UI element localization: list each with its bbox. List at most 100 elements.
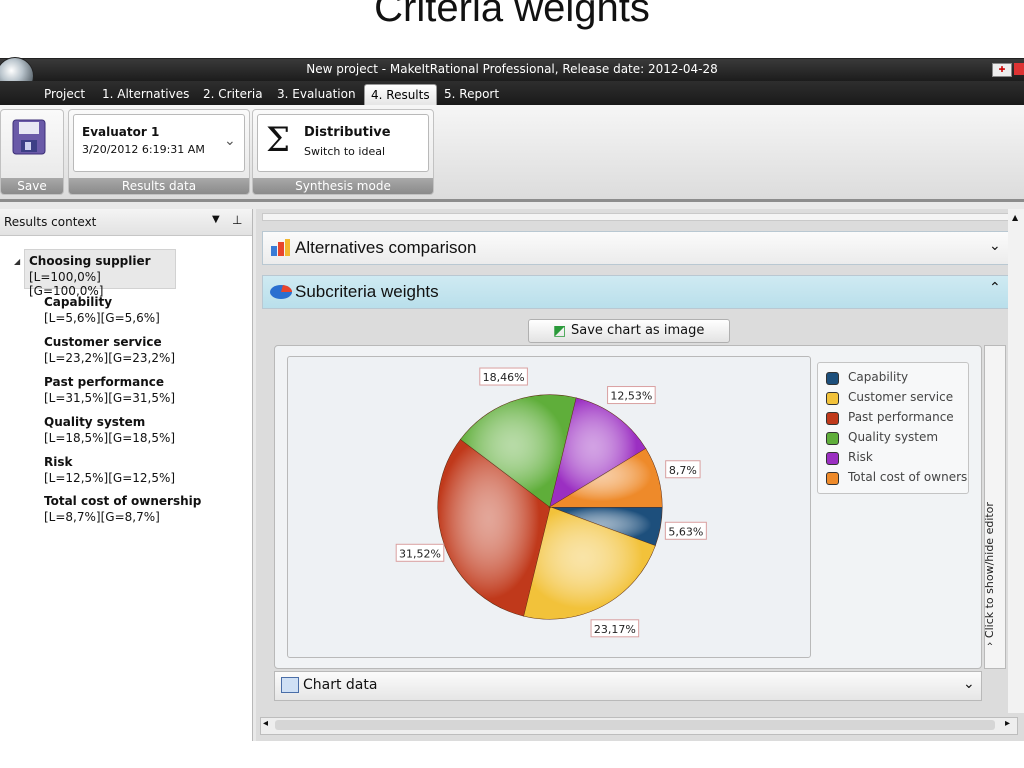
floppy-disk-icon: [12, 119, 46, 155]
synthesis-mode-button[interactable]: Σ Distributive Switch to ideal: [257, 114, 429, 172]
ribbon: Save Evaluator 1 3/20/2012 6:19:31 AM ⌄ …: [0, 105, 1024, 202]
tree-node-name: Capability: [44, 295, 113, 309]
legend-label: Capability: [848, 370, 909, 384]
window-titlebar: New project - MakeItRational Professiona…: [0, 59, 1024, 81]
panel-dropdown-icon[interactable]: ▼: [212, 214, 220, 225]
save-chart-label: Save chart as image: [571, 323, 705, 338]
tree-node-past-performance[interactable]: Past performance [L=31,5%][G=31,5%]: [44, 375, 244, 409]
legend-swatch: [826, 432, 839, 445]
tree-node-total-cost[interactable]: Total cost of ownership [L=8,7%][G=8,7%]: [44, 494, 244, 528]
tree-node-name: Quality system: [44, 415, 146, 429]
results-context-panel: Results context ▼ ⊥ ◢ Choosing supplier …: [0, 209, 253, 741]
subcriteria-weights-title: Subcriteria weights: [295, 282, 439, 301]
tree-node-value: [L=8,7%][G=8,7%]: [44, 510, 160, 524]
save-chart-button[interactable]: ◩ Save chart as image: [528, 319, 730, 343]
tree-node-value: [L=18,5%][G=18,5%]: [44, 431, 176, 445]
scroll-thumb[interactable]: [275, 720, 995, 730]
chevron-icon: ›: [983, 641, 996, 646]
tab-report[interactable]: 5. Report: [438, 84, 505, 105]
save-group-label: Save: [1, 178, 63, 194]
legend-label: Total cost of owners: [848, 470, 968, 484]
language-flag-icon[interactable]: [1014, 63, 1024, 75]
evaluator-name: Evaluator 1: [82, 125, 160, 139]
data-label: 12,53%: [610, 390, 652, 403]
save-button[interactable]: [11, 118, 47, 156]
data-label: 5,63%: [668, 525, 703, 538]
legend-swatch: [826, 392, 839, 405]
tree-root-name: Choosing supplier: [29, 254, 151, 268]
pie-chart-icon: [270, 285, 293, 299]
toggle-editor-tab[interactable]: › Click to show/hide editor: [983, 345, 1006, 669]
legend-label: Risk: [848, 450, 873, 464]
results-data-group: Evaluator 1 3/20/2012 6:19:31 AM ⌄ Resul…: [68, 109, 250, 195]
legend-swatch: [826, 372, 839, 385]
tree-node-risk[interactable]: Risk [L=12,5%][G=12,5%]: [44, 455, 244, 489]
results-context-header: Results context ▼ ⊥: [0, 209, 252, 236]
data-label: 18,46%: [483, 371, 525, 384]
data-label: 31,52%: [399, 547, 441, 560]
tree-node-name: Total cost of ownership: [44, 494, 202, 508]
horizontal-scrollbar[interactable]: ◂ ▸: [260, 717, 1018, 735]
collapsed-section-edge: [262, 213, 1010, 221]
tree-node-quality-system[interactable]: Quality system [L=18,5%][G=18,5%]: [44, 415, 244, 449]
evaluation-date: 3/20/2012 6:19:31 AM: [82, 143, 205, 156]
legend-label: Past performance: [848, 410, 954, 424]
chevron-up-icon[interactable]: ⌃: [989, 280, 1001, 296]
pin-icon[interactable]: ⊥: [232, 213, 242, 227]
uk-flag-icon[interactable]: ✚: [992, 63, 1012, 77]
results-main-area: Alternatives comparison ⌄ Subcriteria we…: [256, 209, 1024, 741]
tree-node-name: Risk: [44, 455, 73, 469]
save-image-icon: ◩: [553, 323, 567, 339]
chart-data-title: Chart data: [303, 677, 378, 693]
tab-bar: Project 1. Alternatives 2. Criteria 3. E…: [0, 81, 1024, 106]
chevron-down-icon[interactable]: ⌄: [989, 238, 1001, 254]
window-title: New project - MakeItRational Professiona…: [306, 62, 718, 76]
tree-root-value: [L=100,0%][G=100,0%]: [29, 270, 104, 298]
synthesis-mode-group-label: Synthesis mode: [253, 178, 433, 194]
results-data-label: Results data: [69, 178, 249, 194]
bar-chart-icon: [271, 239, 290, 256]
tree-node-customer-service[interactable]: Customer service [L=23,2%][G=23,2%]: [44, 335, 244, 369]
tab-project[interactable]: Project: [38, 84, 91, 105]
alternatives-comparison-title: Alternatives comparison: [295, 238, 477, 257]
tree-node-value: [L=12,5%][G=12,5%]: [44, 471, 176, 485]
tree-root-node[interactable]: Choosing supplier [L=100,0%][G=100,0%]: [24, 249, 176, 298]
pie-chart: 5,63% 23,17% 31,52% 18,46% 12,53% 8,7%: [395, 367, 707, 638]
legend-swatch: [826, 452, 839, 465]
tree-node-value: [L=31,5%][G=31,5%]: [44, 391, 176, 405]
legend-swatch: [826, 472, 839, 485]
chevron-down-icon[interactable]: ⌄: [963, 676, 975, 692]
chart-data-section[interactable]: Chart data ⌄: [274, 671, 982, 701]
switch-to-ideal-label: Switch to ideal: [304, 145, 386, 158]
toggle-editor-label: Click to show/hide editor: [983, 502, 996, 639]
tree-node-capability[interactable]: Capability [L=5,6%][G=5,6%]: [44, 295, 244, 329]
legend-label: Customer service: [848, 390, 954, 404]
subcriteria-weights-section[interactable]: Subcriteria weights ⌃: [262, 275, 1010, 309]
chevron-down-icon[interactable]: ⌄: [224, 133, 236, 149]
slide-title: Criteria weights: [374, 0, 650, 30]
tab-alternatives[interactable]: 1. Alternatives: [96, 84, 195, 105]
evaluator-selector[interactable]: Evaluator 1 3/20/2012 6:19:31 AM ⌄: [73, 114, 245, 172]
results-context-title: Results context: [4, 215, 97, 229]
data-label: 8,7%: [669, 464, 697, 477]
synthesis-mode-group: Σ Distributive Switch to ideal Synthesis…: [252, 109, 434, 195]
synthesis-mode-label: Distributive: [304, 125, 391, 140]
pie-chart-container: 5,63% 23,17% 31,52% 18,46% 12,53% 8,7%: [287, 356, 811, 658]
scroll-left-icon[interactable]: ◂: [263, 718, 268, 729]
tree-node-value: [L=5,6%][G=5,6%]: [44, 311, 160, 325]
tab-evaluation[interactable]: 3. Evaluation: [271, 84, 362, 105]
scroll-right-icon[interactable]: ▸: [1005, 718, 1010, 729]
data-label: 23,17%: [594, 623, 636, 636]
tab-criteria[interactable]: 2. Criteria: [197, 84, 269, 105]
app-window: New project - MakeItRational Professiona…: [0, 57, 1024, 741]
chart-area: 5,63% 23,17% 31,52% 18,46% 12,53% 8,7% Capabi…: [274, 345, 982, 669]
legend-label: Quality system: [848, 430, 939, 444]
tree-node-name: Customer service: [44, 335, 162, 349]
alternatives-comparison-section[interactable]: Alternatives comparison ⌄: [262, 231, 1010, 265]
scroll-up-icon[interactable]: ▲: [1012, 213, 1018, 222]
vertical-scrollbar[interactable]: ▲: [1008, 209, 1024, 713]
table-icon: [281, 677, 299, 693]
tab-results[interactable]: 4. Results: [364, 84, 437, 106]
legend-swatch: [826, 412, 839, 425]
tree-expand-icon[interactable]: ◢: [14, 257, 20, 266]
